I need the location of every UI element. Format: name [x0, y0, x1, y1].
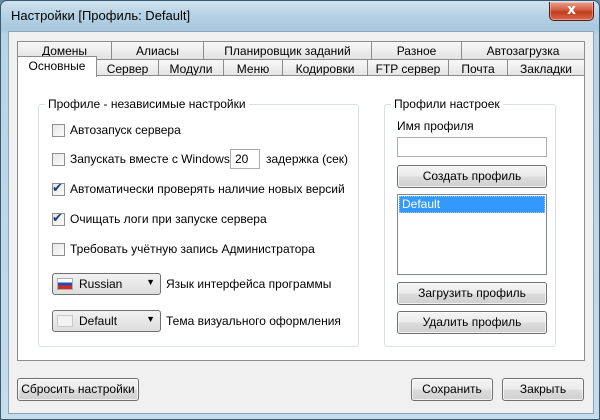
close-button[interactable]: Закрыть: [502, 378, 584, 401]
close-window-button[interactable]: x: [549, 2, 594, 21]
russia-flag-icon: [57, 278, 73, 290]
list-item[interactable]: Default: [399, 196, 545, 213]
startup-delay-input[interactable]: 20: [230, 149, 260, 169]
group-legend-independent: Профиле - независимые настройки: [45, 97, 249, 111]
load-profile-button[interactable]: Загрузить профиль: [397, 282, 547, 305]
run-with-windows-row[interactable]: Запускать вместе с Windows: [52, 151, 230, 167]
check-updates-label: Автоматически проверять наличие новых ве…: [70, 182, 345, 196]
clear-logs-label: Очищать логи при запуске сервера: [70, 212, 267, 226]
startup-delay-label: задержка (сек): [266, 152, 348, 166]
check-updates-row[interactable]: ✔ Автоматически проверять наличие новых …: [52, 179, 345, 197]
group-legend-profiles: Профили настроек: [391, 97, 503, 111]
checkmark-icon: ✔: [52, 209, 63, 225]
language-select[interactable]: Russian ▼: [52, 273, 161, 295]
autostart-row[interactable]: Автозапуск сервера: [52, 122, 181, 138]
require-admin-row[interactable]: Требовать учётную запись Администратора: [52, 241, 315, 257]
require-admin-checkbox[interactable]: [52, 242, 65, 256]
tab-aliases[interactable]: Алиасы: [111, 41, 204, 59]
language-select-value: Russian: [79, 277, 123, 291]
general-tab-panel: Профиле - независимые настройки Автозапу…: [17, 75, 585, 361]
save-button[interactable]: Сохранить: [411, 378, 493, 401]
require-admin-label: Требовать учётную запись Администратора: [70, 242, 315, 256]
run-with-windows-checkbox[interactable]: [52, 152, 65, 166]
chevron-down-icon: ▼: [146, 277, 155, 287]
reset-settings-button[interactable]: Сбросить настройки: [17, 378, 139, 401]
tab-autoload[interactable]: Автозагрузка: [461, 41, 585, 59]
check-updates-checkbox[interactable]: ✔: [52, 179, 65, 196]
theme-select-value: Default: [79, 314, 118, 328]
theme-label: Тема визуального оформления: [166, 314, 341, 328]
close-icon: x: [566, 2, 577, 18]
tab-misc[interactable]: Разное: [371, 41, 462, 59]
profiles-list[interactable]: Default: [397, 194, 547, 275]
profile-name-input[interactable]: [397, 137, 547, 157]
autostart-label: Автозапуск сервера: [70, 123, 181, 137]
tab-general[interactable]: Основные: [17, 56, 97, 77]
create-profile-button[interactable]: Создать профиль: [397, 165, 547, 188]
clear-logs-checkbox[interactable]: ✔: [52, 209, 65, 226]
profile-name-label: Имя профиля: [397, 119, 474, 133]
title-bar[interactable]: Настройки [Профиль: Default] x: [1, 1, 599, 31]
run-with-windows-label: Запускать вместе с Windows: [70, 152, 230, 166]
window-title: Настройки [Профиль: Default]: [11, 8, 191, 23]
chevron-down-icon: ▼: [146, 314, 155, 324]
theme-swatch-icon: [57, 315, 73, 327]
language-label: Язык интерфейса программы: [166, 277, 332, 291]
theme-select[interactable]: Default ▼: [52, 310, 161, 332]
autostart-checkbox[interactable]: [52, 123, 65, 137]
clear-logs-row[interactable]: ✔ Очищать логи при запуске сервера: [52, 209, 267, 227]
delete-profile-button[interactable]: Удалить профиль: [397, 311, 547, 334]
checkmark-icon: ✔: [52, 179, 63, 195]
tab-scheduler[interactable]: Планировщик заданий: [203, 41, 372, 59]
